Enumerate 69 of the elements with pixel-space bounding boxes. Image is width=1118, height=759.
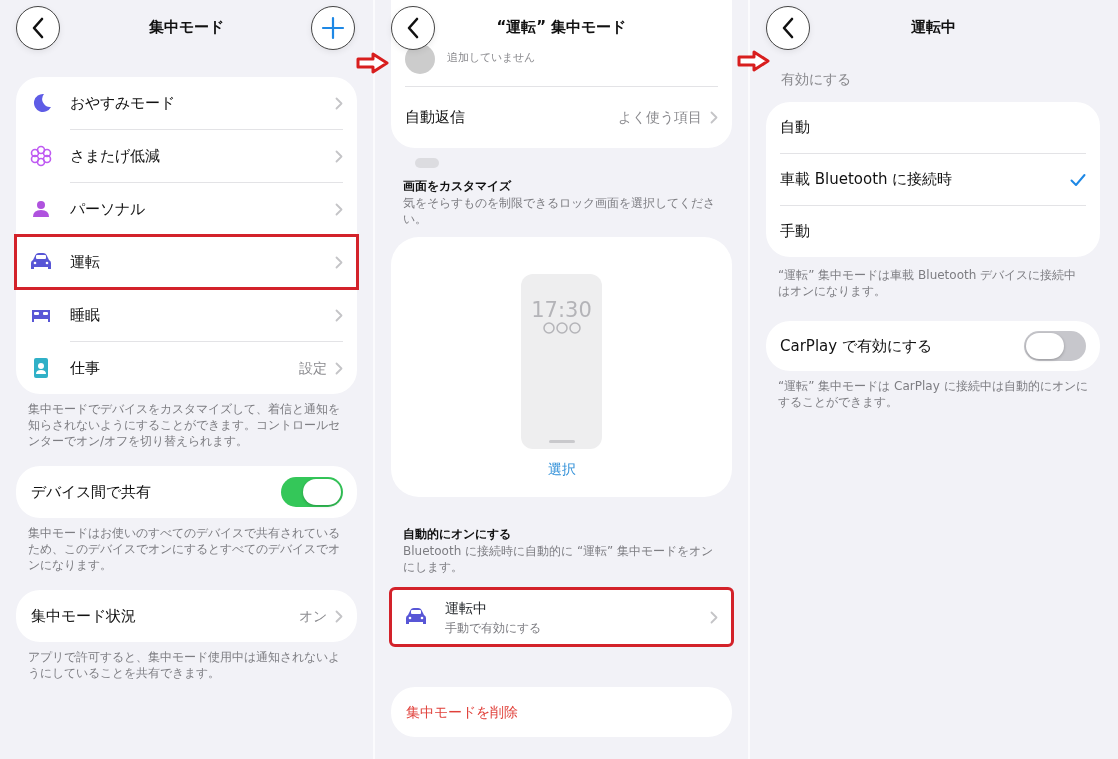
section-description: 気をそらすものを制限できるロック画面を選択してください。 <box>402 195 716 227</box>
toggle-switch[interactable] <box>281 477 343 507</box>
faded-text: 追加していません <box>447 49 535 66</box>
delete-button[interactable]: 集中モードを削除 <box>391 687 732 737</box>
option-row[interactable]: 車載 Bluetooth に接続時 <box>766 154 1100 205</box>
footer-note: 集中モードでデバイスをカスタマイズして、着信と通知を知らされないようにすることができます。コントロールセンターでオン/オフを切り替えられます。 <box>27 401 341 449</box>
home-indicator <box>548 440 575 443</box>
back-button[interactable] <box>16 5 60 50</box>
section-label: 有効にする <box>780 70 852 89</box>
chevron-icon <box>335 255 343 269</box>
row-label: おやすみモード <box>70 92 176 114</box>
mode-row[interactable]: 運転 <box>16 236 357 288</box>
screen-title: 運転中 <box>909 17 957 39</box>
row-label: 睡眠 <box>70 304 101 326</box>
row-value: オン <box>299 606 327 626</box>
settings-row[interactable]: 自動返信 よく使う項目 <box>391 87 732 148</box>
mode-row[interactable]: 仕事 設定 <box>16 342 357 394</box>
row-label: 手動 <box>780 221 811 243</box>
row-label: 運転 <box>70 251 101 273</box>
row-label: さまたげ低減 <box>70 145 161 167</box>
back-icon <box>781 16 795 39</box>
row-value: 設定 <box>299 358 327 378</box>
chevron-icon <box>710 111 718 124</box>
row-label: 集中モード状況 <box>31 605 137 627</box>
chevron-icon <box>710 610 718 624</box>
mode-row[interactable]: 睡眠 <box>16 289 357 341</box>
settings-row[interactable]: 集中モード状況 オン <box>16 590 357 642</box>
row-label: 自動 <box>780 117 811 139</box>
section-description: Bluetooth に接続時に自動的に “運転” 集中モードをオンにします。 <box>402 543 715 575</box>
chevron-icon <box>335 202 343 216</box>
chevron-icon <box>335 308 343 322</box>
avatar-placeholder <box>405 44 435 74</box>
dots-icon <box>541 321 582 335</box>
add-button[interactable] <box>311 5 355 50</box>
option-row[interactable]: 手動 <box>766 206 1100 257</box>
screen-title: “運転” 集中モード <box>495 17 628 39</box>
clock-text: 17:30 <box>531 300 592 321</box>
chevron-icon <box>335 609 343 623</box>
mode-row[interactable]: さまたげ低減 <box>16 130 357 182</box>
row-label: パーソナル <box>70 198 146 220</box>
footer-note: 集中モードはお使いのすべてのデバイスで共有されているため、このデバイスでオンにするとすべてのデバイスでオンになります。 <box>27 525 341 573</box>
footer-note: アプリで許可すると、集中モード使用中は通知されないようにしていることを共有できます。 <box>27 649 341 681</box>
row-value: よく使う項目 <box>618 108 702 127</box>
section-heading: 画面をカスタマイズ <box>402 178 513 195</box>
driving-row[interactable]: 運転中 手動で有効にする <box>391 589 732 645</box>
chevron-icon <box>335 361 343 375</box>
row-label: 自動返信 <box>405 107 466 129</box>
row-subtitle: 手動で有効にする <box>445 619 542 637</box>
checkmark-icon <box>1070 172 1086 187</box>
back-icon <box>31 16 45 39</box>
toggle-switch[interactable] <box>1024 331 1086 361</box>
row-title: 運転中 <box>445 598 488 618</box>
back-icon <box>406 16 420 39</box>
row-label: 車載 Bluetooth に接続時 <box>780 169 954 191</box>
mode-row[interactable]: パーソナル <box>16 183 357 235</box>
row-label: CarPlay で有効にする <box>780 335 933 357</box>
row-label: デバイス間で共有 <box>31 481 152 503</box>
option-row[interactable]: 自動 <box>766 102 1100 153</box>
plus-icon <box>321 15 345 40</box>
back-button[interactable] <box>766 5 810 50</box>
chevron-icon <box>335 149 343 163</box>
screen-title: 集中モード <box>148 17 225 39</box>
row-label: 仕事 <box>70 357 101 379</box>
footer-note: “運転” 集中モードは CarPlay に接続中は自動的にオンにすることができます。 <box>777 378 1089 410</box>
section-heading: 自動的にオンにする <box>402 526 512 543</box>
chevron-icon <box>335 96 343 110</box>
select-link[interactable]: 選択 <box>547 459 576 480</box>
mode-row[interactable]: おやすみモード <box>16 77 357 129</box>
footer-note: “運転” 集中モードは車載 Bluetooth デバイスに接続中はオンになります。 <box>777 267 1078 299</box>
